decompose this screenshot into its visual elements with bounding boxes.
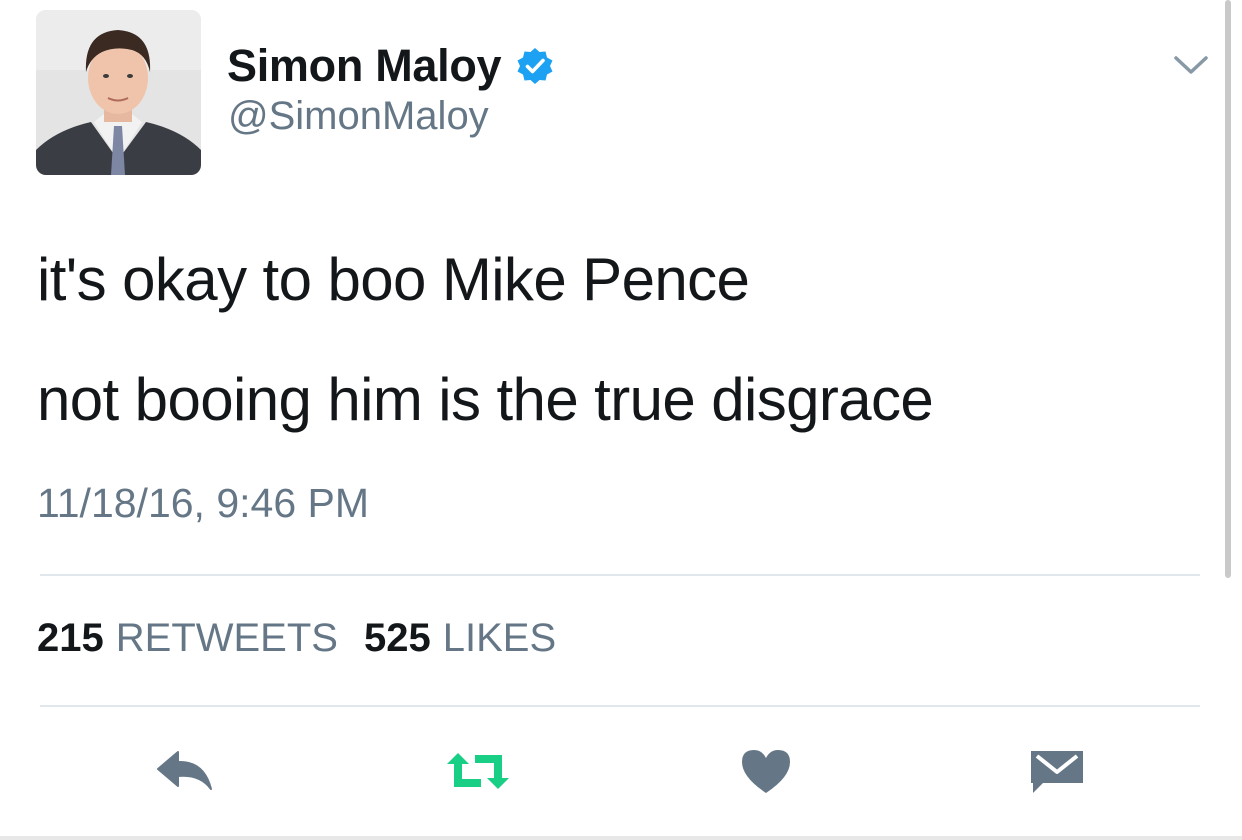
- likes-stat[interactable]: 525 LIKES: [364, 616, 556, 661]
- divider: [40, 705, 1200, 707]
- scrollbar[interactable]: [1225, 0, 1231, 578]
- divider: [40, 574, 1200, 576]
- display-name[interactable]: Simon Maloy: [227, 40, 502, 92]
- like-button[interactable]: [736, 745, 796, 797]
- tweet-text-line: it's okay to boo Mike Pence: [37, 246, 750, 313]
- reply-button[interactable]: [155, 745, 215, 797]
- retweet-icon: [447, 753, 509, 789]
- verified-badge-icon: [517, 48, 553, 84]
- retweet-button[interactable]: [443, 745, 513, 797]
- avatar[interactable]: [36, 10, 201, 175]
- bottom-border: [0, 836, 1242, 840]
- avatar-photo: [36, 10, 201, 175]
- tweet-detail: Simon Maloy @SimonMaloy it's okay to boo…: [0, 0, 1242, 840]
- likes-count: 525: [363, 616, 431, 660]
- chevron-down-icon[interactable]: [1172, 50, 1210, 80]
- heart-icon: [742, 750, 790, 793]
- retweets-stat[interactable]: 215 RETWEETS: [37, 616, 338, 661]
- user-handle[interactable]: @SimonMaloy: [228, 94, 489, 139]
- envelope-icon: [1031, 751, 1083, 793]
- retweets-label: RETWEETS: [115, 616, 338, 660]
- direct-message-button[interactable]: [1027, 745, 1087, 797]
- reply-icon: [157, 751, 212, 790]
- tweet-timestamp: 11/18/16, 9:46 PM: [37, 480, 370, 526]
- user-name-row: Simon Maloy: [227, 38, 555, 94]
- likes-label: LIKES: [442, 616, 557, 660]
- tweet-text-line: not booing him is the true disgrace: [37, 366, 934, 433]
- tweet-stats: 215 RETWEETS 525 LIKES: [37, 616, 556, 661]
- retweets-count: 215: [37, 616, 104, 660]
